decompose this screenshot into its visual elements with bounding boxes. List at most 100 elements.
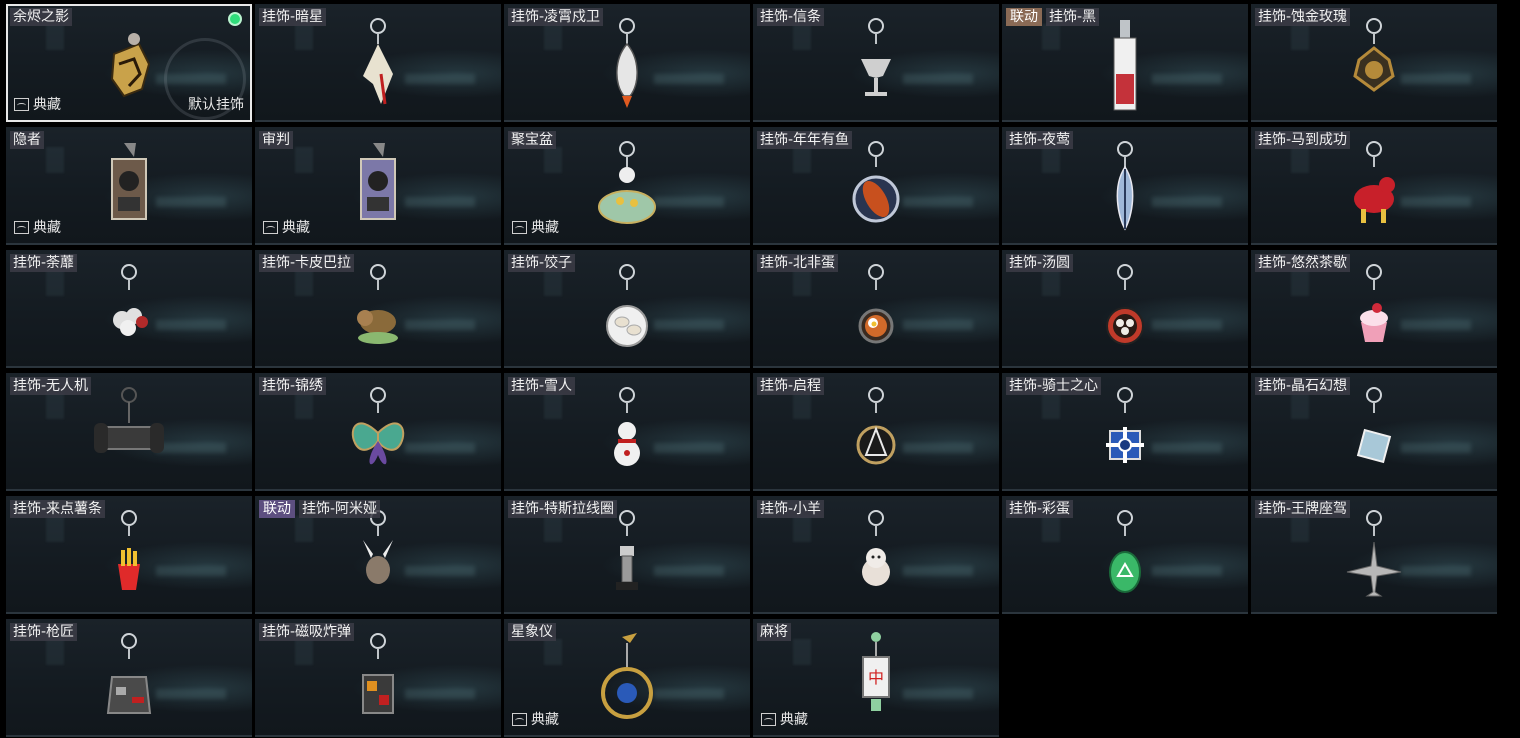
- charm-card[interactable]: 挂饰-特斯拉线圈: [504, 496, 750, 614]
- collection-label: 典藏: [780, 712, 808, 728]
- charm-card[interactable]: 挂饰-磁吸炸弹: [255, 619, 501, 737]
- astrolabe-charm-icon: [592, 629, 662, 729]
- charm-name: 挂饰-饺子: [508, 254, 576, 272]
- charm-label: 余烬之影: [10, 8, 72, 26]
- charm-label: 星象仪: [508, 623, 556, 641]
- charm-label: 挂饰-荼蘼: [10, 254, 78, 272]
- charm-name: 挂饰-雪人: [508, 377, 576, 395]
- charm-card[interactable]: 挂饰-北非蛋: [753, 250, 999, 368]
- charm-card[interactable]: 挂饰-荼蘼: [6, 250, 252, 368]
- collab-tag: 联动: [1006, 8, 1042, 26]
- charm-card[interactable]: 余烬之影 典藏 默认挂饰: [6, 4, 252, 122]
- charm-name: 星象仪: [508, 623, 556, 641]
- charm-label: 挂饰-北非蛋: [757, 254, 839, 272]
- charm-name: 挂饰-北非蛋: [757, 254, 839, 272]
- charm-name: 审判: [259, 131, 293, 149]
- drone-charm-icon: [94, 383, 164, 483]
- charm-card[interactable]: 挂饰-年年有鱼: [753, 127, 999, 245]
- collection-icon: [263, 220, 278, 234]
- rocket-charm-icon: [592, 14, 662, 114]
- charm-label: 挂饰-汤圆: [1006, 254, 1074, 272]
- charm-label: 挂饰-启程: [757, 377, 825, 395]
- collection-label: 典藏: [33, 220, 61, 236]
- feather-charm-icon: [1090, 137, 1160, 237]
- charm-name: 余烬之影: [10, 8, 72, 26]
- charm-card[interactable]: 挂饰-无人机: [6, 373, 252, 491]
- charm-name: 挂饰-启程: [757, 377, 825, 395]
- collection-badge: 典藏: [512, 217, 559, 237]
- charm-card[interactable]: 挂饰-暗星: [255, 4, 501, 122]
- capybara-charm-icon: [343, 260, 413, 360]
- charm-label: 挂饰-悠然茶歇: [1255, 254, 1351, 272]
- collection-label: 典藏: [282, 220, 310, 236]
- charm-label: 挂饰-锦绣: [259, 377, 327, 395]
- charm-card[interactable]: 星象仪典藏: [504, 619, 750, 737]
- charm-card[interactable]: 挂饰-卡皮巴拉: [255, 250, 501, 368]
- charm-card[interactable]: 挂饰-彩蛋: [1002, 496, 1248, 614]
- lamb-charm-icon: [841, 506, 911, 606]
- charm-label: 挂饰-雪人: [508, 377, 576, 395]
- charm-card[interactable]: 聚宝盆典藏: [504, 127, 750, 245]
- mahjong-tile-charm-icon: 中: [841, 629, 911, 729]
- vest-charm-icon: [94, 629, 164, 729]
- charm-name: 挂饰-信条: [757, 8, 825, 26]
- charm-name: 挂饰-晶石幻想: [1255, 377, 1351, 395]
- charm-card[interactable]: 审判典藏: [255, 127, 501, 245]
- charm-name: 挂饰-卡皮巴拉: [259, 254, 355, 272]
- svg-text:中: 中: [868, 668, 884, 687]
- charm-name: 挂饰-汤圆: [1006, 254, 1074, 272]
- charm-card[interactable]: 麻将中典藏: [753, 619, 999, 737]
- charm-label: 挂饰-彩蛋: [1006, 500, 1074, 518]
- charm-label: 挂饰-年年有鱼: [757, 131, 853, 149]
- charm-card[interactable]: 联动 挂饰-阿米娅: [255, 496, 501, 614]
- goblet-charm-icon: [841, 14, 911, 114]
- charm-card[interactable]: 挂饰-晶石幻想: [1251, 373, 1497, 491]
- charm-label: 挂饰-马到成功: [1255, 131, 1351, 149]
- charm-label: 审判: [259, 131, 293, 149]
- crystal-cube-charm-icon: [1339, 383, 1409, 483]
- charm-label: 挂饰-蚀金玫瑰: [1255, 8, 1351, 26]
- fries-charm-icon: [94, 506, 164, 606]
- bomb-charm-icon: [343, 629, 413, 729]
- charm-name: 挂饰-马到成功: [1255, 131, 1351, 149]
- collection-label: 典藏: [33, 97, 61, 113]
- charm-label: 隐者: [10, 131, 44, 149]
- charm-card[interactable]: 挂饰-夜莺: [1002, 127, 1248, 245]
- charm-card[interactable]: 挂饰-启程: [753, 373, 999, 491]
- charm-card[interactable]: 挂饰-蚀金玫瑰: [1251, 4, 1497, 122]
- charm-card[interactable]: 挂饰-信条: [753, 4, 999, 122]
- flower-charm-icon: [94, 260, 164, 360]
- charm-card[interactable]: 挂饰-王牌座驾: [1251, 496, 1497, 614]
- egg-pan-charm-icon: [841, 260, 911, 360]
- charm-card[interactable]: 隐者典藏: [6, 127, 252, 245]
- charm-name: 挂饰-悠然茶歇: [1255, 254, 1351, 272]
- charm-label: 挂饰-暗星: [259, 8, 327, 26]
- compass-medal-charm-icon: [841, 383, 911, 483]
- easter-egg-charm-icon: [1090, 506, 1160, 606]
- charm-label: 挂饰-卡皮巴拉: [259, 254, 355, 272]
- tangyuan-bowl-charm-icon: [1090, 260, 1160, 360]
- charm-card[interactable]: 挂饰-雪人: [504, 373, 750, 491]
- charm-card[interactable]: 挂饰-骑士之心: [1002, 373, 1248, 491]
- charm-name: 挂饰-无人机: [10, 377, 92, 395]
- blade-charm-icon: [343, 14, 413, 114]
- charm-card[interactable]: 挂饰-锦绣: [255, 373, 501, 491]
- charm-card[interactable]: 联动 挂饰-黑: [1002, 4, 1248, 122]
- charm-card[interactable]: 挂饰-凌霄戍卫: [504, 4, 750, 122]
- charm-card[interactable]: 挂饰-来点薯条: [6, 496, 252, 614]
- charm-card[interactable]: 挂饰-小羊: [753, 496, 999, 614]
- charm-name: 聚宝盆: [508, 131, 556, 149]
- collection-badge: 典藏: [512, 709, 559, 729]
- charm-label: 挂饰-特斯拉线圈: [508, 500, 618, 518]
- charm-card[interactable]: 挂饰-马到成功: [1251, 127, 1497, 245]
- charm-card[interactable]: 挂饰-饺子: [504, 250, 750, 368]
- charm-name: 挂饰-彩蛋: [1006, 500, 1074, 518]
- cross-shield-charm-icon: [1090, 383, 1160, 483]
- charm-card[interactable]: 挂饰-汤圆: [1002, 250, 1248, 368]
- charm-card[interactable]: 挂饰-枪匠: [6, 619, 252, 737]
- charm-card[interactable]: 挂饰-悠然茶歇: [1251, 250, 1497, 368]
- collection-icon: [14, 97, 29, 111]
- collection-badge: 典藏: [14, 217, 61, 237]
- collection-icon: [761, 712, 776, 726]
- collection-label: 典藏: [531, 712, 559, 728]
